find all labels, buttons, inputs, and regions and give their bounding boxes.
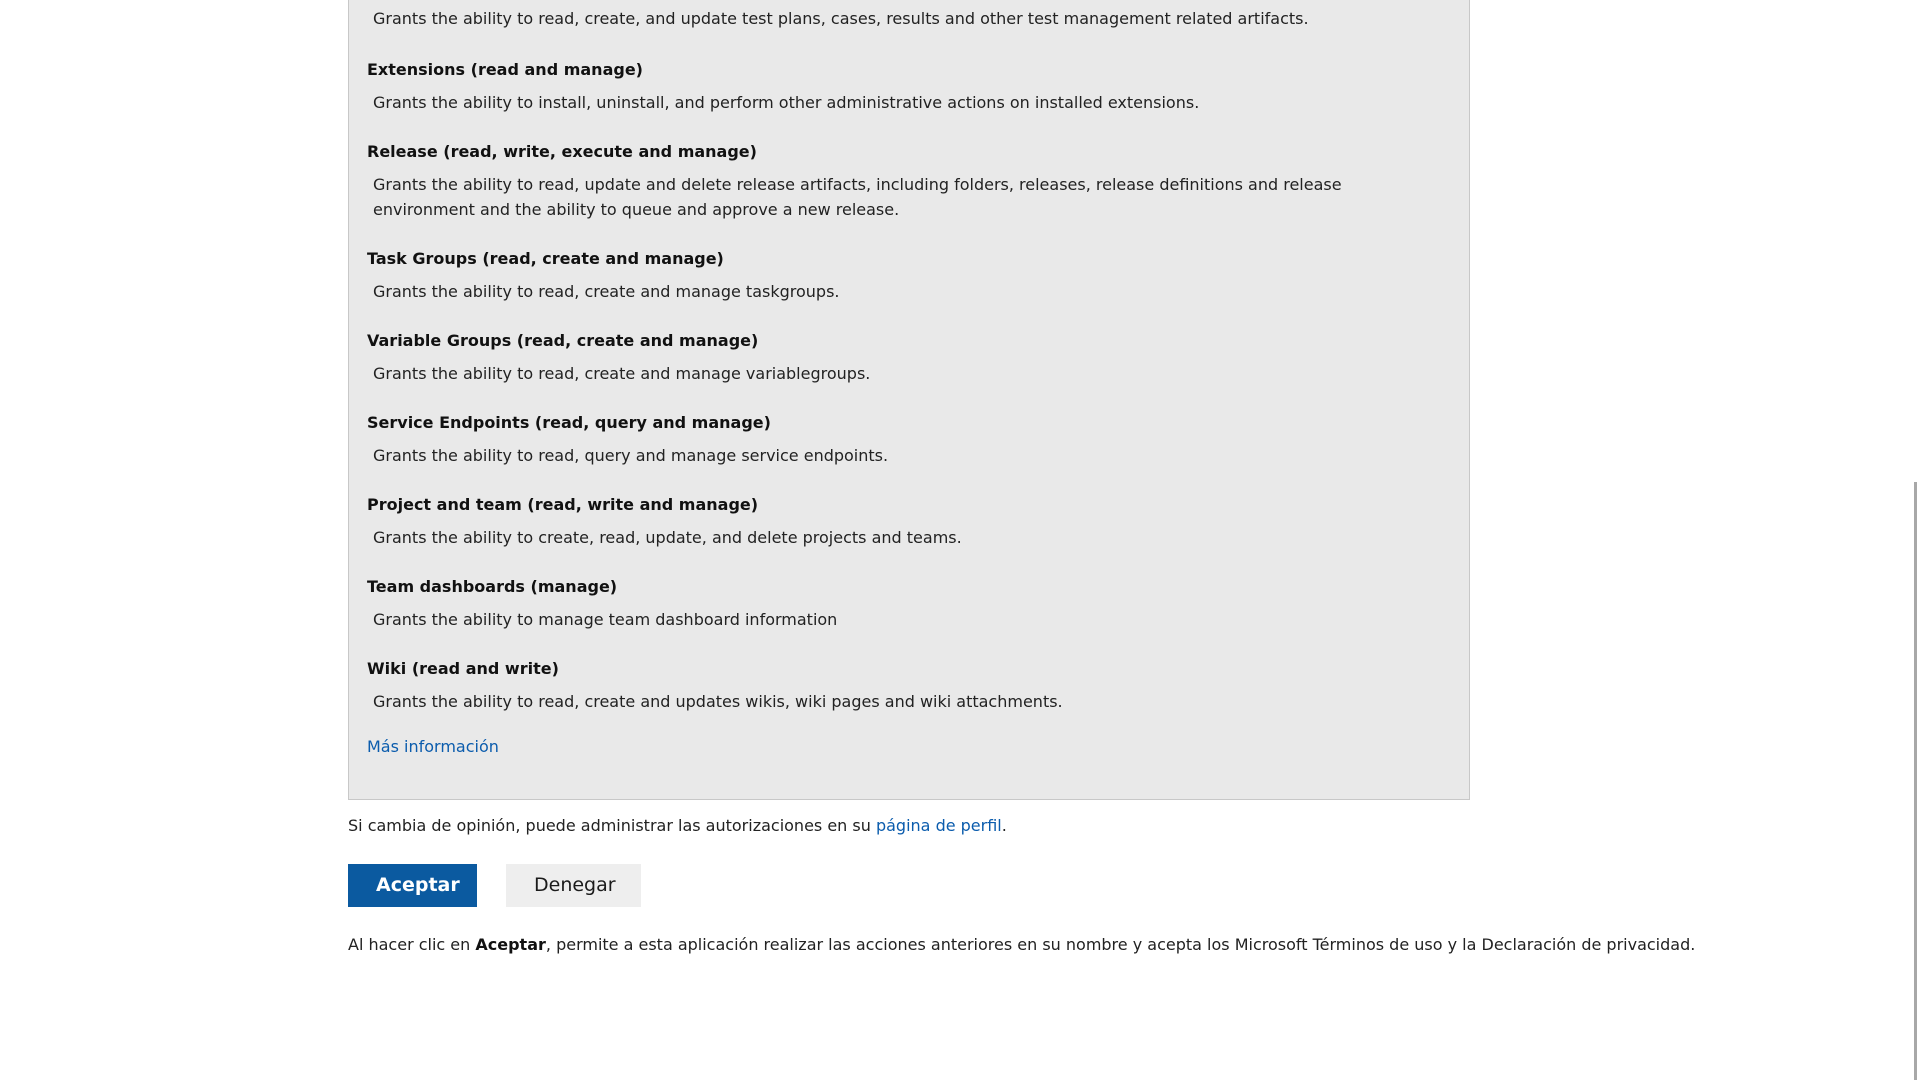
scope-item-team-dashboards: Team dashboards (manage) Grants the abil… [367,577,1451,632]
scope-item-project-and-team: Project and team (read, write and manage… [367,495,1451,550]
deny-button[interactable]: Denegar [506,864,641,907]
scope-description: Grants the ability to read, update and d… [373,175,1342,219]
scope-description: Grants the ability to read, create and m… [373,282,840,301]
scope-description: Grants the ability to read, create and m… [373,364,871,383]
scope-description: Grants the ability to install, uninstall… [373,93,1200,112]
legal-accept-bold: Aceptar [475,935,546,954]
scope-item-extensions: Extensions (read and manage) Grants the … [367,60,1451,115]
manage-note-suffix: . [1001,816,1007,835]
scope-title: Task Groups (read, create and manage) [367,249,724,268]
scope-description: Grants the ability to create, read, upda… [373,528,962,547]
scope-title: Wiki (read and write) [367,659,559,678]
scope-title: Service Endpoints (read, query and manag… [367,413,771,432]
scope-title: Release (read, write, execute and manage… [367,142,757,161]
scope-description: Grants the ability to read, query and ma… [373,446,889,465]
legal-suffix: , permite a esta aplicación realizar las… [545,935,1696,954]
scope-title: Extensions (read and manage) [367,60,643,79]
profile-page-link[interactable]: página de perfil [876,816,1002,835]
scope-description: Grants the ability to read, create and u… [373,692,1063,711]
consent-page: Grants the ability to read, create, and … [0,0,1920,1080]
scope-description: Grants the ability to read, create, and … [373,9,1309,28]
manage-authorizations-note: Si cambia de opinión, puede administrar … [348,816,1007,835]
scope-item-task-groups: Task Groups (read, create and manage) Gr… [367,249,1451,304]
permissions-panel: Grants the ability to read, create, and … [348,0,1470,800]
scope-item-release: Release (read, write, execute and manage… [367,142,1451,222]
scope-item-variable-groups: Variable Groups (read, create and manage… [367,331,1451,386]
scope-title: Project and team (read, write and manage… [367,495,759,514]
legal-prefix: Al hacer clic en [348,935,476,954]
more-info-link[interactable]: Más información [367,737,499,756]
scope-title: Team dashboards (manage) [367,577,618,596]
scope-item-service-endpoints: Service Endpoints (read, query and manag… [367,413,1451,468]
scope-item-wiki: Wiki (read and write) Grants the ability… [367,659,1451,714]
page-scrollbar[interactable] [1914,482,1917,1080]
legal-consent-note: Al hacer clic en Aceptar, permite a esta… [348,935,1695,954]
scope-description: Grants the ability to manage team dashbo… [373,610,838,629]
accept-button[interactable]: Aceptar [348,864,477,907]
scope-title: Variable Groups (read, create and manage… [367,331,759,350]
manage-note-prefix: Si cambia de opinión, puede administrar … [348,816,876,835]
scope-item-test-management: Grants the ability to read, create, and … [367,6,1451,31]
